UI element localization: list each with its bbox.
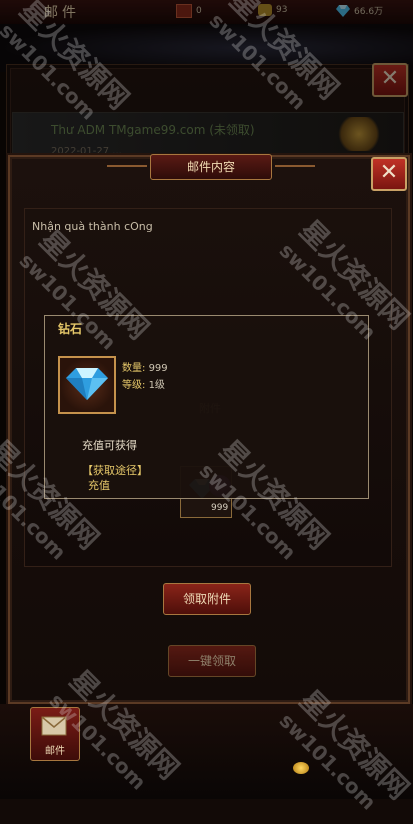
- item-source-value: 充值: [88, 479, 110, 492]
- claim-all-button[interactable]: 一键领取: [168, 645, 256, 677]
- item-icon-frame: [58, 356, 116, 414]
- mail-tab-label: 邮件: [45, 746, 65, 757]
- item-description: 充值可获得: [82, 439, 137, 452]
- close-dialog-button[interactable]: ✕: [371, 157, 407, 191]
- dialog-title: 邮件内容: [107, 154, 315, 180]
- claim-attachment-button[interactable]: 领取附件: [163, 583, 251, 615]
- item-level: 等级: 1级: [122, 380, 165, 391]
- diamond-icon: [66, 368, 108, 400]
- mail-tab-button[interactable]: 邮件: [30, 707, 80, 761]
- coin-icon: [293, 762, 309, 774]
- item-source-label: 【获取途径】: [82, 464, 148, 477]
- mail-message: Nhận quà thành cOng: [32, 220, 153, 233]
- item-quantity: 数量: 999: [122, 363, 168, 374]
- envelope-icon: [41, 716, 67, 736]
- item-name: 钻石: [58, 322, 83, 336]
- attachment-count: 999: [211, 503, 229, 513]
